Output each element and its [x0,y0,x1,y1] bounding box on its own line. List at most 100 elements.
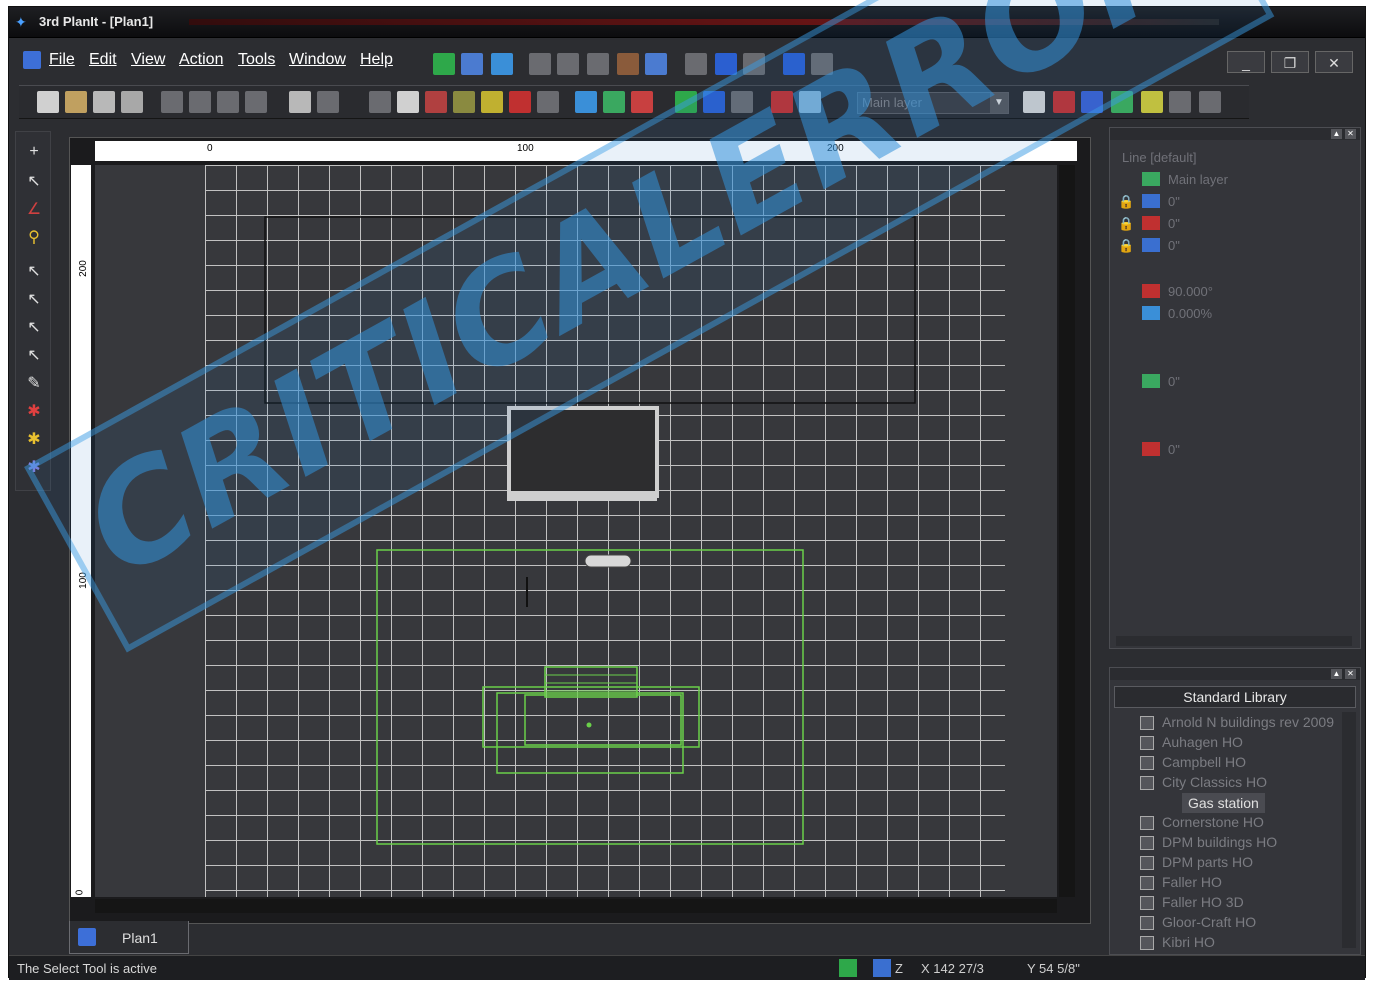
eyedropper-icon[interactable]: ✎ [24,374,44,394]
select-arrow-icon[interactable]: ↖ [24,172,44,192]
crosshair-icon[interactable]: + [24,142,44,162]
delete-icon[interactable] [245,91,267,113]
close-icon[interactable]: ✕ [1345,669,1356,679]
tool-icon[interactable] [799,91,821,113]
signal-object[interactable] [584,554,632,568]
title-bar[interactable]: ✦ 3rd PlanIt - [Plan1] [9,7,1365,38]
tool-icon[interactable] [743,53,765,75]
tool-icon[interactable] [509,91,531,113]
select-add-icon[interactable]: ↖ [24,290,44,310]
new-file-icon[interactable] [37,91,59,113]
lock-icon[interactable]: 🔒 [1118,238,1134,254]
cut-icon[interactable] [161,91,183,113]
library-item[interactable]: Cornerstone HO [1162,814,1264,830]
3d-view-icon[interactable] [433,53,455,75]
paint-tool-icon[interactable]: ✱ [24,402,44,422]
angle-tool-icon[interactable]: ∠ [24,200,44,220]
menu-file[interactable]: File [49,51,75,69]
minimize-button[interactable]: _ [1227,51,1265,73]
menu-edit[interactable]: Edit [89,51,117,69]
paint-tool-icon[interactable]: ✱ [24,458,44,478]
layers-icon[interactable] [1023,91,1045,113]
select-track-icon[interactable]: ↖ [24,346,44,366]
view-icon[interactable] [461,53,483,75]
tool-icon[interactable] [1081,91,1103,113]
paint-tool-icon[interactable]: ✱ [24,430,44,450]
grid-snap-icon[interactable] [397,91,419,113]
library-item[interactable]: Arnold N buildings rev 2009 [1162,714,1334,730]
tool-icon[interactable] [529,53,551,75]
building-object[interactable] [507,406,659,498]
tool-icon[interactable] [575,91,597,113]
lines-icon[interactable] [425,91,447,113]
drawing-canvas[interactable] [95,165,1057,897]
property-value[interactable]: 0" [1168,216,1180,231]
tool-icon[interactable] [1141,91,1163,113]
library-item[interactable]: Gloor-Craft HO [1162,914,1256,930]
refresh-icon[interactable] [491,53,513,75]
select-parallel-icon[interactable]: ↖ [24,318,44,338]
tool-icon[interactable] [631,91,653,113]
tool-icon[interactable] [603,91,625,113]
menu-tools[interactable]: Tools [238,51,275,69]
tool-icon[interactable] [587,53,609,75]
check-icon[interactable] [811,53,833,75]
menu-view[interactable]: View [131,51,165,69]
property-value[interactable]: 0" [1168,374,1180,389]
property-value[interactable]: 90.000° [1168,284,1213,299]
menu-help[interactable]: Help [360,51,393,69]
tool-icon[interactable] [703,91,725,113]
redo-icon[interactable] [317,91,339,113]
tool-icon[interactable] [731,91,753,113]
close-icon[interactable]: ✕ [1345,129,1356,139]
vertical-scrollbar[interactable] [1059,165,1075,897]
library-item-selected[interactable]: Gas station [1182,793,1265,813]
lock-icon[interactable]: 🔒 [1118,194,1134,210]
z-axis-icon[interactable] [873,959,891,977]
horizontal-scrollbar[interactable] [95,899,1057,913]
window-icon[interactable] [783,53,805,75]
maximize-icon[interactable]: ▲ [1331,129,1342,139]
maximize-icon[interactable]: ▲ [1331,669,1342,679]
tool-icon[interactable] [1111,91,1133,113]
print-icon[interactable] [121,91,143,113]
menu-window[interactable]: Window [289,51,346,69]
tool-icon[interactable] [645,53,667,75]
lock-icon[interactable]: 🔒 [1118,216,1134,232]
tool-icon[interactable] [675,91,697,113]
select-arrow-icon[interactable]: ↖ [24,262,44,282]
tool-icon[interactable] [557,53,579,75]
copy-icon[interactable] [189,91,211,113]
tool-icon[interactable] [617,53,639,75]
tool-icon[interactable] [1199,91,1221,113]
tool-icon[interactable] [453,91,475,113]
library-item[interactable]: City Classics HO [1162,774,1267,790]
undo-icon[interactable] [289,91,311,113]
grid-icon[interactable] [369,91,391,113]
property-value[interactable]: 0.000% [1168,306,1212,321]
library-item[interactable]: Campbell HO [1162,754,1246,770]
tool-icon[interactable] [481,91,503,113]
library-item[interactable]: Faller HO [1162,874,1222,890]
library-item[interactable]: Kibri HO [1162,934,1215,950]
library-item[interactable]: DPM parts HO [1162,854,1253,870]
text-tool-icon[interactable] [1169,91,1191,113]
open-folder-icon[interactable] [65,91,87,113]
menu-action[interactable]: Action [179,51,223,69]
close-button[interactable]: ✕ [1315,51,1353,73]
library-item[interactable]: Auhagen HO [1162,734,1243,750]
3d-view-icon[interactable] [839,959,857,977]
property-value[interactable]: 0" [1168,238,1180,253]
tool-icon[interactable] [1053,91,1075,113]
property-value[interactable]: 0" [1168,442,1180,457]
tool-icon[interactable] [715,53,737,75]
tab-plan1[interactable]: Plan1 [69,921,189,954]
library-item[interactable]: Faller HO 3D [1162,894,1244,910]
zoom-icon[interactable]: ⚲ [24,228,44,248]
restore-button[interactable]: ❐ [1271,51,1309,73]
tool-icon[interactable] [537,91,559,113]
library-scrollbar[interactable] [1342,712,1356,948]
library-item[interactable]: DPM buildings HO [1162,834,1277,850]
panel-scrollbar[interactable] [1116,636,1352,646]
layer-select[interactable]: Main layer ▼ [857,92,1009,114]
